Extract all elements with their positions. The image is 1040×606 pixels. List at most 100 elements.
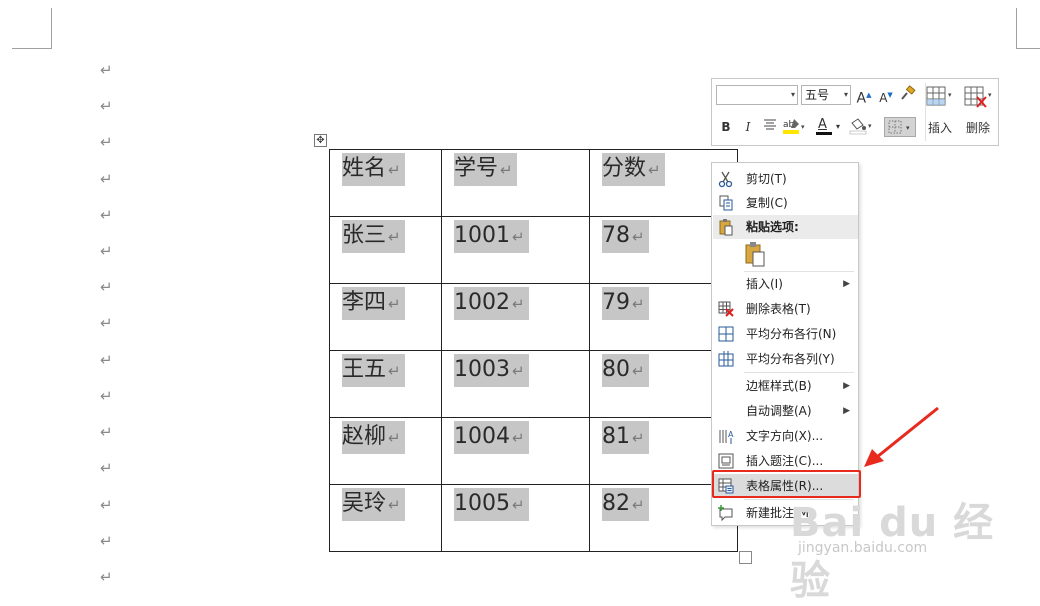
cell-text: 1001 [454, 223, 510, 248]
menu-item-distribute-rows[interactable]: 平均分布各行(N) [713, 322, 858, 346]
table-row: 李四 ↵ 1002 ↵ 79 ↵ [329, 283, 738, 351]
paragraph-mark: ↵ [100, 61, 113, 79]
menu-item-autofit[interactable]: 自动调整(A) ▶ [713, 399, 858, 423]
center-align-button[interactable] [760, 117, 780, 137]
format-painter-icon [901, 85, 916, 100]
paragraph-mark: ↵ [100, 278, 113, 296]
italic-icon: I [745, 120, 751, 134]
paragraph-mark: ↵ [100, 496, 113, 514]
cell-text: 姓名 [342, 156, 387, 181]
insert-table-button[interactable]: ▾ 插入 [922, 85, 958, 139]
menu-separator [744, 499, 854, 500]
highlight-color-button[interactable]: ab ▾ [782, 117, 808, 137]
table-cell[interactable]: 吴玲 ↵ [329, 484, 442, 552]
cell-text: 82 [602, 491, 630, 516]
font-size-dropdown[interactable]: 五号 ▾ [801, 85, 851, 105]
paste-keep-text-only-button[interactable] [744, 241, 766, 267]
scissors-icon [718, 171, 733, 188]
cell-mark: ↵ [632, 496, 645, 514]
borders-button[interactable]: ▾ [884, 117, 916, 137]
menu-item-distribute-columns[interactable]: 平均分布各列(Y) [713, 347, 858, 371]
table-cell[interactable]: 学号 ↵ [441, 149, 590, 217]
crop-mark-top-right-h [1016, 48, 1040, 49]
paragraph-mark: ↵ [100, 242, 113, 260]
cell-text: 81 [602, 424, 630, 449]
table-cell[interactable]: 姓名 ↵ [329, 149, 442, 217]
menu-item-label: 复制(C) [746, 196, 788, 210]
svg-text:▾: ▾ [948, 91, 952, 99]
align-center-icon [764, 119, 776, 130]
shrink-font-button[interactable]: A▼ [876, 85, 896, 105]
table-resize-handle[interactable] [739, 551, 752, 564]
cell-text: 学号 [454, 156, 499, 181]
table-cell[interactable]: 1004 ↵ [441, 417, 590, 485]
font-color-swatch [816, 132, 832, 135]
menu-item-new-comment[interactable]: 新建批注(M) [713, 501, 858, 525]
insert-label: 插入 [927, 121, 952, 135]
cell-mark: ↵ [632, 362, 645, 380]
cell-text: 张三 [342, 223, 387, 248]
shading-button[interactable]: ▾ [848, 117, 876, 137]
cell-mark: ↵ [632, 228, 645, 246]
delete-table-button[interactable]: ▾ 删除 [960, 85, 996, 139]
paragraph-mark: ↵ [100, 170, 113, 188]
text-direction-icon: A [719, 430, 734, 444]
cell-mark: ↵ [648, 161, 661, 179]
cell-mark: ↵ [388, 295, 401, 313]
paste-clipboard-icon [745, 242, 765, 267]
bold-button[interactable]: B [716, 117, 736, 137]
format-painter-button[interactable] [898, 85, 918, 105]
distribute-rows-icon [718, 326, 734, 342]
table-cell[interactable]: 王五 ↵ [329, 350, 442, 418]
annotation-highlight-box [712, 470, 861, 498]
italic-button[interactable]: I [738, 117, 758, 137]
menu-item-label: 插入(I) [746, 277, 783, 291]
table-cell[interactable]: 1001 ↵ [441, 216, 590, 284]
table-cell[interactable]: 1003 ↵ [441, 350, 590, 418]
cell-mark: ↵ [632, 295, 645, 313]
menu-item-insert[interactable]: 插入(I) ▶ [713, 272, 858, 296]
menu-item-delete-table[interactable]: 删除表格(T) [713, 297, 858, 321]
document-table[interactable]: 姓名 ↵ 学号 ↵ 分数 ↵ 张三 ↵ 1001 ↵ 78 ↵ 李四 ↵ 1002 ↵ 79 ↵ … [329, 149, 738, 552]
grow-font-button[interactable]: A▲ [854, 85, 874, 107]
submenu-arrow-icon: ▶ [843, 406, 850, 416]
delete-table-icon [718, 301, 734, 317]
delete-label: 删除 [965, 121, 990, 135]
font-size-value: 五号 [805, 88, 830, 102]
new-comment-icon [718, 505, 733, 522]
cell-mark: ↵ [500, 161, 513, 179]
paragraph-mark: ↵ [100, 206, 113, 224]
table-cell[interactable]: 赵柳 ↵ [329, 417, 442, 485]
font-color-button[interactable]: A ▾ [814, 117, 842, 137]
crop-mark-top-left-v [51, 8, 52, 49]
paste-icon [719, 219, 733, 236]
table-cell[interactable]: 1002 ↵ [441, 283, 590, 351]
copy-icon [719, 195, 733, 211]
menu-item-label: 文字方向(X)... [746, 429, 824, 443]
menu-item-label: 边框样式(B) [746, 379, 812, 393]
svg-text:▾: ▾ [801, 123, 805, 131]
chevron-down-icon: ▾ [843, 90, 848, 99]
cell-text: 王五 [342, 357, 387, 382]
menu-item-copy[interactable]: 复制(C) [713, 191, 858, 215]
svg-text:▾: ▾ [906, 124, 910, 132]
paragraph-mark: ↵ [100, 97, 113, 115]
font-name-dropdown[interactable]: ▾ [716, 85, 798, 105]
submenu-arrow-icon: ▶ [843, 381, 850, 391]
table-cell[interactable]: 张三 ↵ [329, 216, 442, 284]
cell-text: 79 [602, 290, 630, 315]
paragraph-mark: ↵ [100, 387, 113, 405]
table-cell[interactable]: 1005 ↵ [441, 484, 590, 552]
cell-mark: ↵ [388, 429, 401, 447]
cell-mark: ↵ [512, 228, 525, 246]
menu-item-cut[interactable]: 剪切(T) [713, 167, 858, 191]
menu-item-border-styles[interactable]: 边框样式(B) ▶ [713, 374, 858, 398]
menu-header-paste-options: 粘贴选项: [713, 215, 858, 239]
table-move-handle-icon[interactable]: ✥ [314, 134, 327, 147]
table-cell[interactable]: 李四 ↵ [329, 283, 442, 351]
cell-mark: ↵ [388, 496, 401, 514]
watermark-url: jingyan.baidu.com [798, 540, 928, 556]
table-row: 王五 ↵ 1003 ↵ 80 ↵ [329, 350, 738, 418]
menu-item-label: 自动调整(A) [746, 404, 812, 418]
menu-item-text-direction[interactable]: A 文字方向(X)... [713, 424, 858, 448]
